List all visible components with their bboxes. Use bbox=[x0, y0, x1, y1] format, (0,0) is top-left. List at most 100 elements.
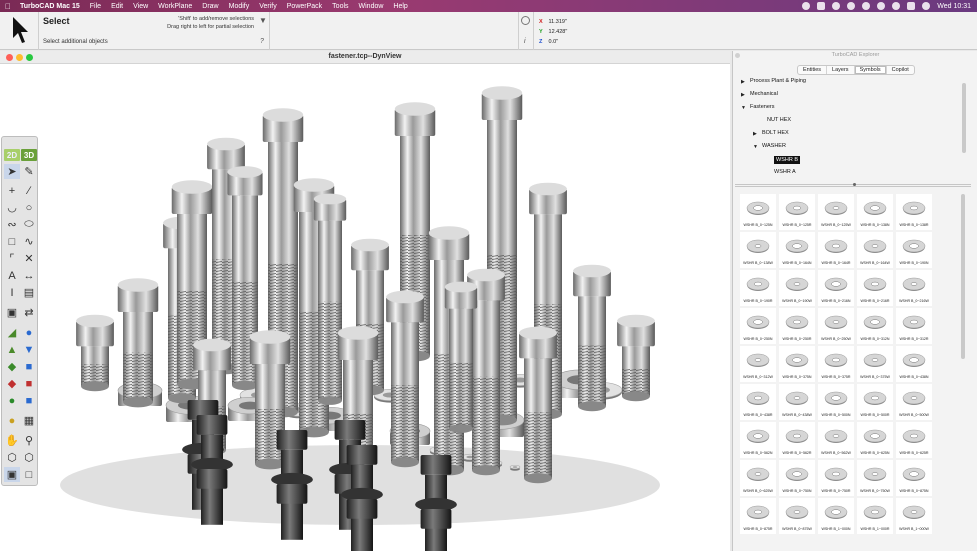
tree-scrollbar[interactable] bbox=[962, 83, 966, 153]
text-tool-icon[interactable]: A bbox=[4, 268, 20, 283]
menu-clock[interactable]: Wed 10:31 bbox=[937, 3, 971, 10]
symbol-thumbnail[interactable]: WSHR B_0~375W bbox=[857, 346, 893, 382]
symbol-thumbnail[interactable]: WSHR B_0~875R bbox=[740, 498, 776, 534]
coord-value-y[interactable]: 12.428" bbox=[549, 29, 568, 35]
menu-tools[interactable]: Tools bbox=[332, 3, 348, 10]
info-icon[interactable]: i bbox=[524, 38, 526, 45]
symbol-thumbnail[interactable]: WSHR B_0~216W bbox=[896, 270, 932, 306]
marker-tool-icon[interactable]: I bbox=[4, 285, 20, 300]
symbol-thumbnail[interactable]: WSHR B_0~164W bbox=[857, 232, 893, 268]
symbol-thumbnail[interactable]: WSHR B_0~875N bbox=[896, 460, 932, 496]
wedge-tool-icon[interactable]: ◢ bbox=[4, 325, 20, 340]
panel-splitter[interactable] bbox=[735, 183, 971, 187]
symbol-thumbnail[interactable]: WSHR B_0~250N bbox=[740, 308, 776, 344]
tab-entities[interactable]: Entities bbox=[798, 66, 828, 74]
symbol-thumbnail[interactable]: WSHR B_0~438R bbox=[740, 384, 776, 420]
disclosure-triangle-icon[interactable]: ▶ bbox=[741, 92, 745, 98]
coord-value-x[interactable]: 11.319" bbox=[549, 19, 567, 25]
block-tool-icon[interactable]: ▣ bbox=[4, 305, 20, 320]
symbol-thumbnail[interactable]: WSHR B_0~250R bbox=[779, 308, 815, 344]
symbol-thumbnail[interactable]: WSHR B_1~000N bbox=[818, 498, 854, 534]
line-tool-icon[interactable]: ∕ bbox=[21, 183, 37, 198]
select-tool-icon[interactable]: ➤ bbox=[4, 164, 20, 179]
arc-tool-icon[interactable]: ◡ bbox=[4, 200, 20, 215]
symbol-thumbnail[interactable]: WSHR B_0~164N bbox=[779, 232, 815, 268]
menu-draw[interactable]: Draw bbox=[202, 3, 218, 10]
wireframe-mode-icon[interactable]: □ bbox=[21, 467, 37, 482]
revolve-tool-icon[interactable]: ▼ bbox=[21, 342, 37, 357]
tree-item[interactable]: BOLT HEX bbox=[762, 130, 789, 136]
tree-item[interactable]: WASHER bbox=[762, 143, 786, 149]
view-cube-icon[interactable]: ⬡ bbox=[21, 450, 37, 465]
fillet-tool-icon[interactable]: ⌜ bbox=[4, 251, 20, 266]
symbol-thumbnail[interactable]: WSHR B_0~125N bbox=[740, 194, 776, 230]
symbol-thumbnail[interactable]: WSHR B_0~750W bbox=[857, 460, 893, 496]
symbol-thumbnail[interactable]: WSHR B_0~438W bbox=[779, 384, 815, 420]
menu-view[interactable]: View bbox=[133, 3, 148, 10]
sphere-tool-icon[interactable]: ● bbox=[21, 325, 37, 340]
box-tool-icon[interactable]: ■ bbox=[21, 359, 37, 374]
symbol-thumbnail[interactable]: WSHR B_0~125R bbox=[779, 194, 815, 230]
rectangle-tool-icon[interactable]: □ bbox=[4, 234, 20, 249]
symbol-thumbnail[interactable]: WSHR B_0~750R bbox=[818, 460, 854, 496]
shell-tool-icon[interactable]: ● bbox=[4, 393, 20, 408]
symbol-thumbnail[interactable]: WSHR B_0~216N bbox=[818, 270, 854, 306]
menu-help[interactable]: Help bbox=[393, 3, 407, 10]
camera-tool-icon[interactable]: ▦ bbox=[21, 413, 37, 428]
extrude-tool-icon[interactable]: ▲ bbox=[4, 342, 20, 357]
siri-icon[interactable] bbox=[922, 2, 931, 10]
menu-file[interactable]: File bbox=[90, 3, 101, 10]
wifi-icon[interactable] bbox=[847, 2, 856, 10]
symbol-thumbnail[interactable]: WSHR B_0~750N bbox=[779, 460, 815, 496]
slice-tool-icon[interactable]: ■ bbox=[21, 376, 37, 391]
tab-copilot[interactable]: Copilot bbox=[887, 66, 914, 74]
tree-item[interactable]: Process Plant & Piping bbox=[750, 78, 806, 84]
tree-item[interactable]: WSHR A bbox=[774, 169, 796, 175]
zoom-magnifier-icon[interactable]: ⚲ bbox=[21, 433, 37, 448]
trim-tool-icon[interactable]: ✕ bbox=[21, 251, 37, 266]
symbol-thumbnail[interactable]: WSHR B_0~375R bbox=[818, 346, 854, 382]
apple-icon[interactable]:  bbox=[0, 2, 16, 11]
solid-tool-icon[interactable]: ■ bbox=[21, 393, 37, 408]
clock-icon[interactable] bbox=[877, 2, 886, 10]
symbol-thumbnail[interactable]: WSHR B_0~190R bbox=[740, 270, 776, 306]
tree-item[interactable]: Mechanical bbox=[750, 91, 778, 97]
symbol-thumbnail[interactable]: WSHR B_0~625N bbox=[857, 422, 893, 458]
point-tool-icon[interactable]: + bbox=[4, 183, 20, 198]
mode-3d-button[interactable]: 3D bbox=[21, 149, 37, 161]
grid-scrollbar[interactable] bbox=[961, 194, 965, 359]
coord-value-z[interactable]: 0.0" bbox=[549, 39, 559, 45]
symbol-thumbnail[interactable]: WSHR B_0~500N bbox=[818, 384, 854, 420]
symbol-thumbnail[interactable]: WSHR B_1~000W bbox=[896, 498, 932, 534]
view-iso-icon[interactable]: ⬡ bbox=[4, 450, 20, 465]
curve-tool-icon[interactable]: ∾ bbox=[4, 217, 20, 232]
symbol-thumbnail[interactable]: WSHR B_0~562W bbox=[818, 422, 854, 458]
polyline-tool-icon[interactable]: ∿ bbox=[21, 234, 37, 249]
symbol-thumbnail[interactable]: WSHR B_0~375N bbox=[779, 346, 815, 382]
splitter-handle[interactable] bbox=[853, 183, 856, 186]
boolean-tool-icon[interactable]: ◆ bbox=[4, 359, 20, 374]
symbol-thumbnail[interactable]: WSHR B_0~138N bbox=[857, 194, 893, 230]
menu-modify[interactable]: Modify bbox=[229, 3, 250, 10]
symbol-thumbnail[interactable]: WSHR B_0~190W bbox=[779, 270, 815, 306]
filter-icon[interactable]: ▼ bbox=[259, 16, 267, 25]
menu-window[interactable]: Window bbox=[359, 3, 384, 10]
dimension-tool-icon[interactable]: ↔ bbox=[21, 268, 37, 283]
ellipse-tool-icon[interactable]: ⬭ bbox=[21, 217, 37, 232]
settings-icon[interactable] bbox=[521, 16, 530, 25]
drawing-viewport[interactable]: 2D 3D ➤ ✎ + ∕ ◡ ○ ∾ ⬭ □ ∿ ⌜ ✕ A ↔ I ▤ ▣ … bbox=[0, 65, 730, 551]
symbol-thumbnail[interactable]: WSHR B_0~500W bbox=[896, 384, 932, 420]
symbol-thumbnail[interactable]: WSHR B_0~125W bbox=[818, 194, 854, 230]
pan-hand-icon[interactable]: ✋ bbox=[4, 433, 20, 448]
eyedropper-icon[interactable]: ✎ bbox=[21, 164, 37, 179]
mirror-tool-icon[interactable]: ⇄ bbox=[21, 305, 37, 320]
menu-verify[interactable]: Verify bbox=[259, 3, 277, 10]
symbol-thumbnail[interactable]: WSHR B_0~138W bbox=[740, 232, 776, 268]
symbol-thumbnail[interactable]: WSHR B_0~216R bbox=[857, 270, 893, 306]
tree-item[interactable]: NUT HEX bbox=[767, 117, 791, 123]
symbol-thumbnail[interactable]: WSHR B_0~312R bbox=[896, 308, 932, 344]
mode-2d-button[interactable]: 2D bbox=[4, 149, 20, 161]
symbol-thumbnail[interactable]: WSHR B_0~164R bbox=[818, 232, 854, 268]
dropbox-icon[interactable] bbox=[817, 2, 826, 10]
menu-powerpack[interactable]: PowerPack bbox=[287, 3, 322, 10]
